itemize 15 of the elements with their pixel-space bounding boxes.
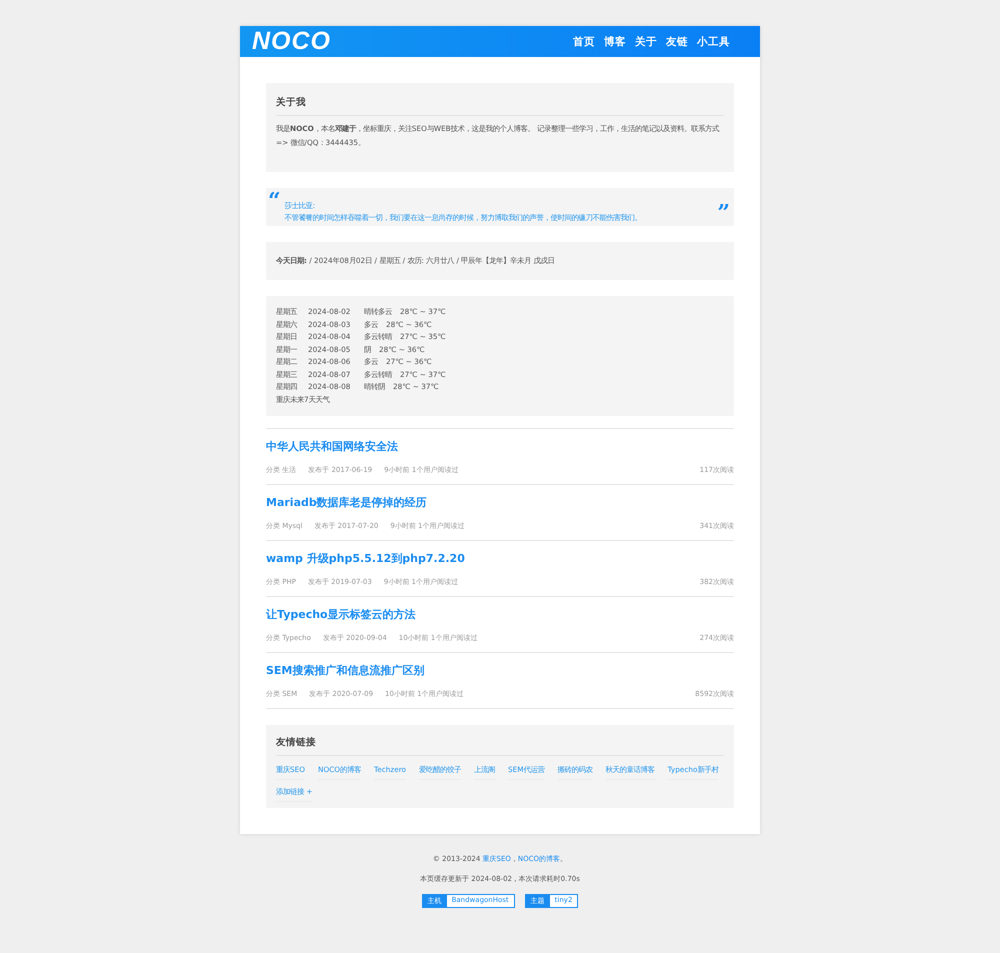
post-title[interactable]: SEM搜索推广和信息流推广区别 bbox=[266, 663, 734, 678]
post-title[interactable]: 中华人民共和国网络安全法 bbox=[266, 439, 734, 454]
post-title[interactable]: 让Typecho显示标签云的方法 bbox=[266, 607, 734, 622]
close-quote-mark: ” bbox=[717, 202, 730, 224]
open-quote-mark: “ bbox=[268, 190, 281, 212]
post-title[interactable]: Mariadb数据库老是停掉的经历 bbox=[266, 495, 734, 510]
nav-link[interactable]: 友链 bbox=[666, 34, 688, 48]
site-logo[interactable]: NOCO bbox=[252, 27, 331, 56]
nav-link[interactable]: 关于 bbox=[635, 34, 657, 48]
nav-link[interactable]: 小工具 bbox=[697, 34, 730, 48]
nav-link[interactable]: 博客 bbox=[604, 34, 626, 48]
post-title[interactable]: wamp 升级php5.5.12到php7.2.20 bbox=[266, 551, 734, 566]
section-title: 关于我 bbox=[276, 93, 724, 116]
section-title: 友情链接 bbox=[276, 733, 724, 756]
nav-link[interactable]: 首页 bbox=[573, 34, 595, 48]
